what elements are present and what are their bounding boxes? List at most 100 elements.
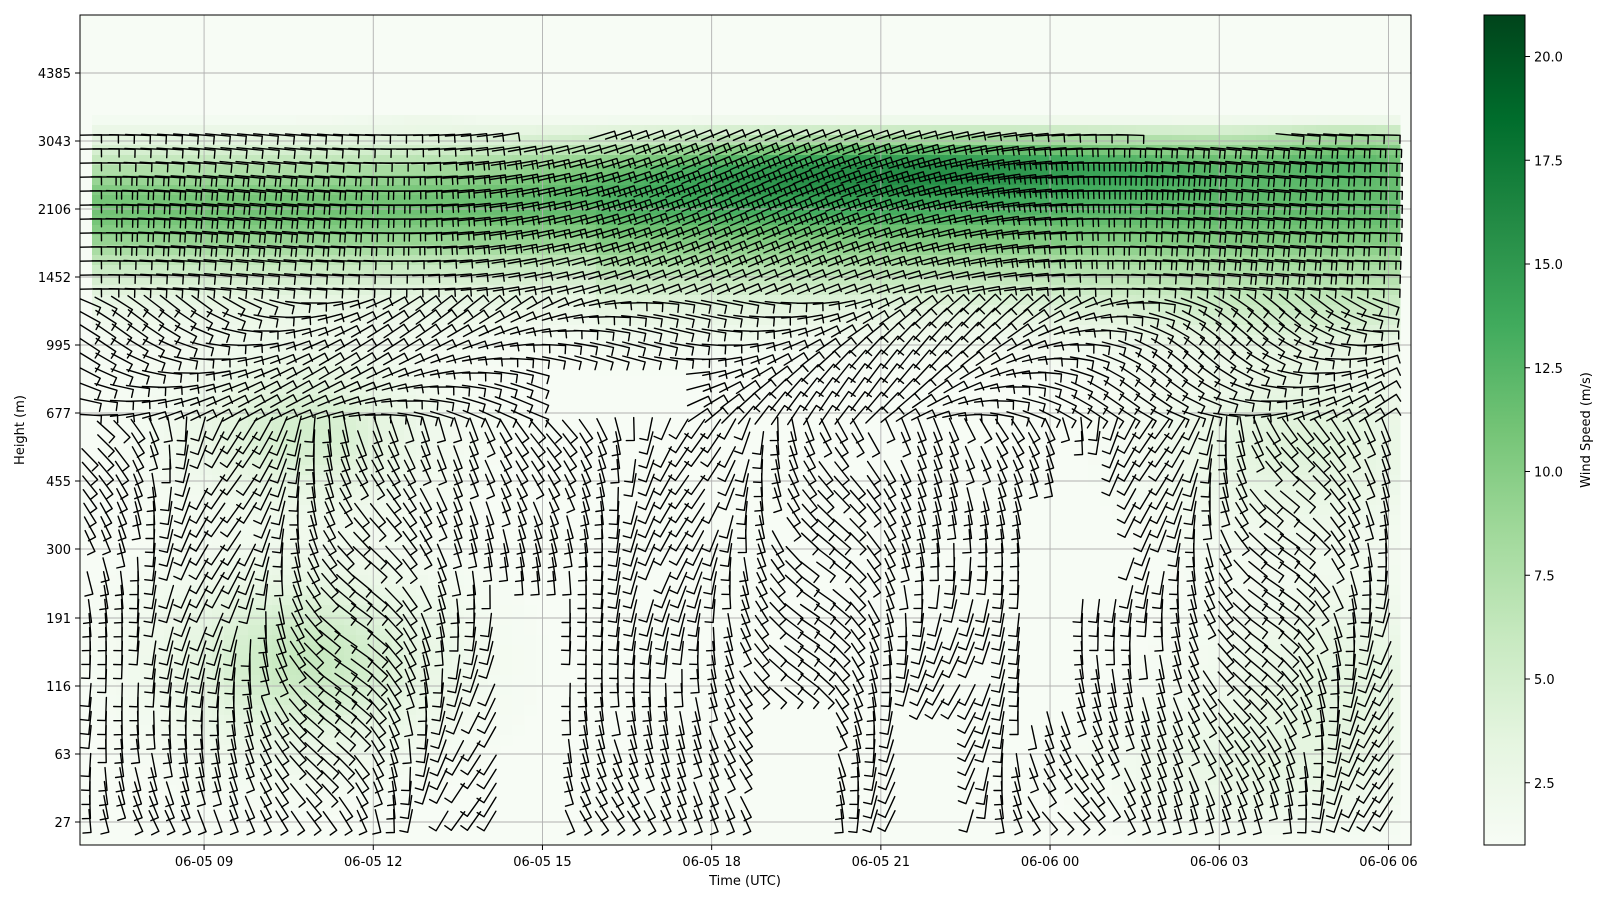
heatmap-cell <box>1220 345 1233 356</box>
heatmap-cell <box>140 665 153 676</box>
heatmap-cell <box>1316 555 1329 566</box>
heatmap-cell <box>164 165 177 176</box>
heatmap-cell <box>272 685 285 696</box>
heatmap-cell <box>1388 675 1401 686</box>
heatmap-cell <box>140 685 153 696</box>
heatmap-cell <box>1112 495 1125 506</box>
heatmap-cell <box>392 575 405 586</box>
heatmap-cell <box>1076 285 1089 296</box>
heatmap-cell <box>140 675 153 686</box>
heatmap-cell <box>644 295 657 306</box>
heatmap-cell <box>1352 345 1365 356</box>
heatmap-cell <box>1280 485 1293 496</box>
heatmap-cell <box>476 615 489 626</box>
heatmap-cell <box>368 265 381 276</box>
heatmap-cell <box>1376 625 1389 636</box>
heatmap-cell <box>500 685 513 696</box>
heatmap-cell <box>344 445 357 456</box>
heatmap-cell <box>1160 355 1173 366</box>
heatmap-cell <box>1052 135 1065 146</box>
heatmap-cell <box>1196 515 1209 526</box>
heatmap-cell <box>176 165 189 176</box>
heatmap-cell <box>272 165 285 176</box>
heatmap-cell <box>1292 165 1305 176</box>
heatmap-cell <box>176 115 189 126</box>
heatmap-cell <box>1364 125 1377 136</box>
heatmap-cell <box>1328 115 1341 126</box>
heatmap-cell <box>1256 485 1269 496</box>
heatmap-cell <box>1100 165 1113 176</box>
heatmap-cell <box>1232 615 1245 626</box>
heatmap-cell <box>476 595 489 606</box>
heatmap-cell <box>476 585 489 596</box>
heatmap-cell <box>1244 165 1257 176</box>
heatmap-cell <box>548 125 561 136</box>
heatmap-cell <box>1136 235 1149 246</box>
heatmap-cell <box>464 735 477 746</box>
heatmap-cell <box>596 365 609 376</box>
heatmap-cell <box>1256 395 1269 406</box>
heatmap-cell <box>392 415 405 426</box>
heatmap-cell <box>212 165 225 176</box>
heatmap-cell <box>476 365 489 376</box>
heatmap-cell <box>368 115 381 126</box>
heatmap-cell <box>644 305 657 316</box>
heatmap-cell <box>1100 135 1113 146</box>
heatmap-cell <box>728 305 741 316</box>
heatmap-cell <box>644 365 657 376</box>
heatmap-cell <box>164 235 177 246</box>
heatmap-cell <box>1196 315 1209 326</box>
heatmap-cell <box>140 535 153 546</box>
heatmap-cell <box>140 715 153 726</box>
heatmap-cell <box>932 365 945 376</box>
heatmap-cell <box>464 235 477 246</box>
heatmap-cell <box>440 405 453 416</box>
heatmap-cell <box>476 625 489 636</box>
heatmap-cell <box>152 135 165 146</box>
heatmap-cell <box>1112 325 1125 336</box>
heatmap-cell <box>1388 415 1401 426</box>
heatmap-cell <box>284 385 297 396</box>
heatmap-cell <box>1100 385 1113 396</box>
heatmap-cell <box>1256 565 1269 576</box>
heatmap-cell <box>188 725 201 736</box>
heatmap-cell <box>392 535 405 546</box>
heatmap-cell <box>416 235 429 246</box>
heatmap-cell <box>92 285 105 296</box>
heatmap-cell <box>428 205 441 216</box>
heatmap-cell <box>452 295 465 306</box>
heatmap-cell <box>116 445 129 456</box>
heatmap-cell <box>524 235 537 246</box>
heatmap-cell <box>356 695 369 706</box>
heatmap-cell <box>1340 655 1353 666</box>
heatmap-cell <box>1100 115 1113 126</box>
heatmap-cell <box>308 685 321 696</box>
heatmap-cell <box>1388 565 1401 576</box>
heatmap-cell <box>320 115 333 126</box>
heatmap-cell <box>260 115 273 126</box>
heatmap-cell <box>128 545 141 556</box>
heatmap-cell <box>272 595 285 606</box>
heatmap-cell <box>1388 195 1401 206</box>
heatmap-cell <box>1244 235 1257 246</box>
heatmap-cell <box>728 115 741 126</box>
heatmap-cell <box>356 125 369 136</box>
heatmap-cell <box>176 315 189 326</box>
heatmap-cell <box>512 675 525 686</box>
heatmap-cell <box>1148 135 1161 146</box>
heatmap-cell <box>368 125 381 136</box>
heatmap-cell <box>476 375 489 386</box>
heatmap-cell <box>512 595 525 606</box>
heatmap-cell <box>1388 595 1401 606</box>
heatmap-cell <box>248 165 261 176</box>
heatmap-cell <box>1088 455 1101 466</box>
heatmap-cell <box>356 165 369 176</box>
heatmap-cell <box>200 115 213 126</box>
heatmap-cell <box>116 375 129 386</box>
heatmap-cell <box>1364 295 1377 306</box>
heatmap-cell <box>188 635 201 646</box>
heatmap-cell <box>164 435 177 446</box>
heatmap-cell <box>1340 115 1353 126</box>
heatmap-cell <box>440 395 453 406</box>
heatmap-cell <box>380 125 393 136</box>
